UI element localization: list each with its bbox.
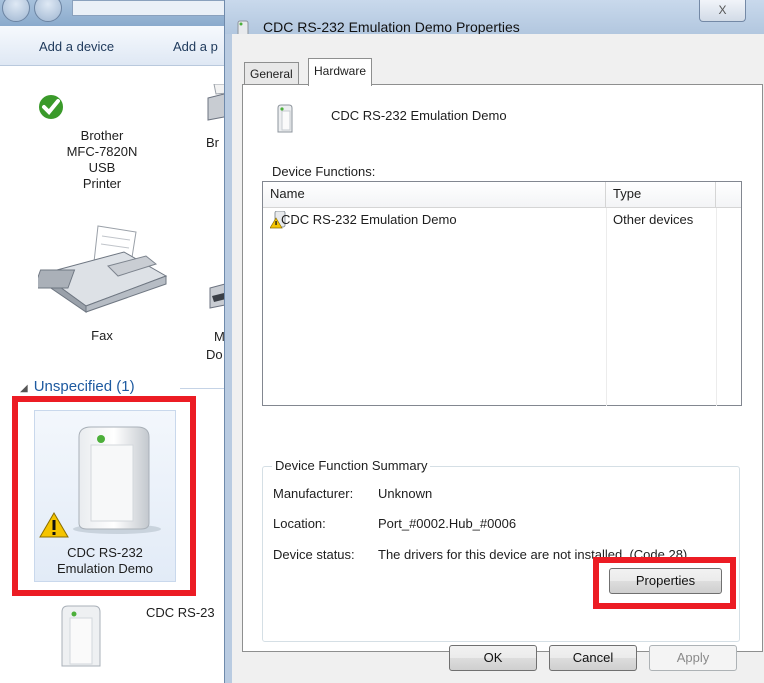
manufacturer-value: Unknown xyxy=(378,486,433,501)
column-divider xyxy=(716,208,717,406)
fax-icon xyxy=(38,225,168,313)
highlight-box-device xyxy=(12,396,196,596)
add-device-button[interactable]: Add a device xyxy=(39,39,114,54)
dialog-title: CDC RS-232 Emulation Demo Properties xyxy=(263,19,520,35)
device-label: Fax xyxy=(91,328,113,343)
collapse-triangle-icon[interactable]: ◢ xyxy=(20,383,28,394)
close-icon: X xyxy=(718,3,727,17)
row-name-cell: CDC RS-232 Emulation Demo xyxy=(281,212,457,227)
cancel-button[interactable]: Cancel xyxy=(549,645,637,671)
column-header-filler xyxy=(716,182,741,208)
row-type-cell: Other devices xyxy=(613,212,694,227)
column-header-name[interactable]: Name xyxy=(263,182,606,208)
table-row[interactable]: CDC RS-232 Emulation Demo Other devices xyxy=(264,210,740,230)
device-name-label: CDC RS-232 Emulation Demo xyxy=(331,108,507,123)
device-functions-list[interactable]: Name Type CDC RS-232 Emulation Demo Othe… xyxy=(262,181,742,406)
unspecified-section-header[interactable]: ◢ Unspecified (1) xyxy=(20,378,240,398)
forward-button[interactable] xyxy=(34,0,62,22)
apply-button[interactable]: Apply xyxy=(649,645,737,671)
tab-general[interactable]: General xyxy=(244,62,299,86)
manufacturer-label: Manufacturer: xyxy=(273,486,354,501)
tab-hardware[interactable]: Hardware xyxy=(308,58,373,86)
column-header-type[interactable]: Type xyxy=(606,182,716,208)
generic-device-icon xyxy=(61,605,101,667)
device-label: Brother MFC-7820N USB Printer xyxy=(66,128,138,191)
command-bar: Add a device Add a p xyxy=(0,26,240,66)
summary-legend: Device Function Summary xyxy=(272,458,431,473)
ok-button[interactable]: OK xyxy=(449,645,537,671)
add-printer-button[interactable]: Add a p xyxy=(173,39,218,54)
dialog-titlebar[interactable]: CDC RS-232 Emulation Demo Properties X xyxy=(225,0,764,38)
device-status-label: Device status: xyxy=(273,547,355,562)
device-icon xyxy=(277,104,293,133)
devices-and-printers-window: Add a device Add a p Brother MFC-7820N U… xyxy=(0,0,240,683)
explorer-titlebar xyxy=(0,0,240,26)
back-button[interactable] xyxy=(2,0,30,22)
dialog-client-area: General Hardware CDC RS-232 Emulation De… xyxy=(232,34,764,683)
default-check-icon xyxy=(37,93,65,121)
highlight-box-properties xyxy=(593,557,736,609)
properties-dialog: CDC RS-232 Emulation Demo Properties X G… xyxy=(224,0,764,683)
device-functions-label: Device Functions: xyxy=(272,164,376,179)
location-value: Port_#0002.Hub_#0006 xyxy=(378,516,517,531)
location-label: Location: xyxy=(273,516,326,531)
close-button[interactable]: X xyxy=(699,0,746,22)
address-bar[interactable] xyxy=(72,0,232,16)
column-divider xyxy=(606,208,607,406)
